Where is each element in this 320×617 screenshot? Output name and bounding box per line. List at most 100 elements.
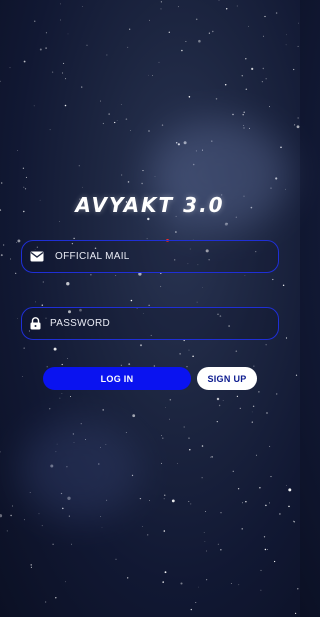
star [64,104,67,107]
star [61,393,63,394]
star [125,118,128,120]
star [288,488,292,492]
star [101,527,103,528]
mail-icon [30,250,44,264]
star [164,494,166,496]
star [16,242,18,243]
star [188,501,190,502]
star [260,589,262,591]
star [30,564,32,566]
star [67,33,69,35]
star [296,125,300,129]
star [147,74,149,76]
star [115,558,117,560]
star [52,543,54,545]
star [262,67,265,70]
star [39,48,42,51]
star [41,525,43,527]
password-input[interactable] [50,308,278,339]
star [286,485,287,486]
star [30,566,32,568]
star [220,549,222,551]
star [222,400,224,401]
star [6,530,8,532]
email-input[interactable] [55,241,278,272]
star [264,548,267,551]
star [23,186,25,188]
star [269,502,270,504]
star [180,582,183,585]
star [203,532,205,533]
star [218,0,220,1]
star [38,513,40,515]
star [251,411,253,413]
star [82,6,84,7]
star [78,165,80,167]
star [248,25,250,27]
star [272,278,274,281]
star [188,349,190,351]
signup-button[interactable]: SIGN UP [197,367,257,390]
password-field[interactable] [21,307,279,340]
star [67,358,68,360]
star [270,476,272,478]
star [192,355,194,358]
star [22,376,24,378]
star [195,601,197,603]
star [1,182,3,184]
star [273,560,276,563]
star [59,3,61,5]
star [162,581,164,583]
star [259,487,261,489]
star [202,287,203,288]
star [41,304,44,306]
star [23,60,26,63]
star [188,96,191,98]
star [127,181,130,183]
star [237,488,240,490]
lock-icon [28,317,42,331]
star [208,32,211,34]
star [61,363,63,366]
star [282,284,285,287]
star [81,186,83,188]
star [245,57,247,60]
star [163,498,165,500]
login-button[interactable]: LOG IN [43,367,191,390]
star [232,470,234,472]
star [265,504,267,507]
star [195,18,198,21]
star [241,528,243,530]
star [49,408,51,410]
email-field[interactable] [21,240,279,273]
nebula-glow [20,420,140,520]
star [141,182,143,185]
star [81,86,83,88]
star [23,519,25,521]
star [169,418,171,420]
star [147,534,149,536]
star [224,84,227,86]
star [266,549,268,550]
star [142,526,143,527]
star [22,167,25,169]
star [251,67,254,70]
star [268,106,270,108]
star [158,61,160,63]
star [266,412,268,414]
star [238,584,240,586]
star [294,612,297,615]
star [62,72,64,74]
star [35,301,36,303]
star [51,71,54,73]
star [212,30,214,33]
star [114,121,116,124]
star [45,32,47,34]
app-title: AVYAKT 3.0 [75,193,225,217]
star [242,502,243,504]
star [265,78,267,80]
star [70,543,72,545]
star [171,499,175,503]
star [152,74,154,76]
star [147,217,150,221]
